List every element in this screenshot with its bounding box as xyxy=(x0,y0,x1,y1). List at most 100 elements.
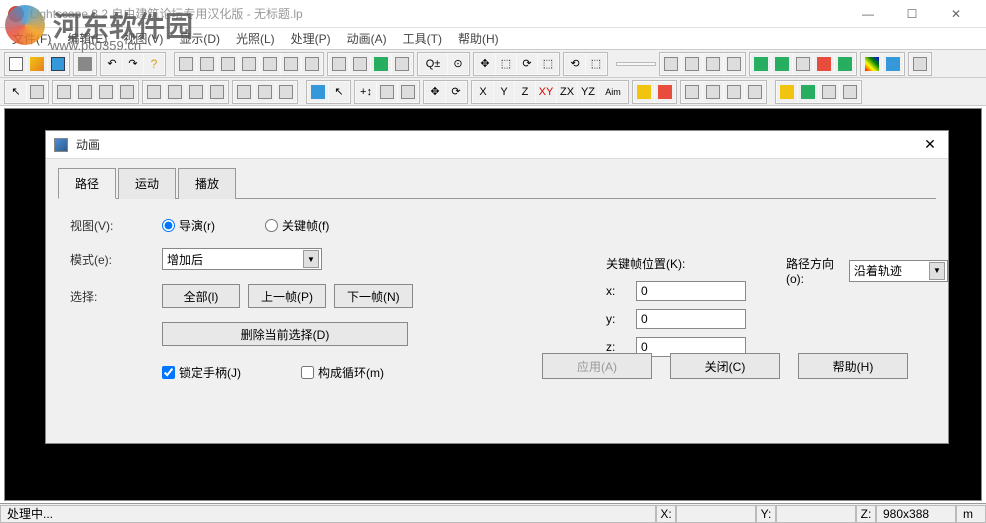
radio-director[interactable]: 导演(r) xyxy=(162,217,215,234)
select-arrow-button[interactable]: ↖ xyxy=(6,82,26,102)
tab-playback[interactable]: 播放 xyxy=(178,168,236,199)
minimize-button[interactable]: — xyxy=(846,0,890,28)
layer-button-1[interactable] xyxy=(144,82,164,102)
menu-lighting[interactable]: 光照(L) xyxy=(228,28,283,49)
view-button-3[interactable] xyxy=(218,54,238,74)
render-button-1[interactable] xyxy=(661,54,681,74)
axis-y-button[interactable]: Y xyxy=(494,82,514,102)
view-button-6[interactable] xyxy=(281,54,301,74)
settings-button-2[interactable] xyxy=(883,54,903,74)
nav-button-4[interactable]: ⬚ xyxy=(538,54,558,74)
apply-button[interactable]: 应用(A) xyxy=(542,353,652,379)
edit-button-3[interactable] xyxy=(96,82,116,102)
help-button[interactable]: ? xyxy=(144,54,164,74)
anim-button-2[interactable] xyxy=(377,82,397,102)
zoom-fit-button[interactable]: ⊙ xyxy=(448,54,468,74)
x-input[interactable] xyxy=(636,281,746,301)
prev-frame-button[interactable]: 上一帧(P) xyxy=(248,284,326,308)
aim-button[interactable]: Aim xyxy=(599,82,627,102)
layer-button-3[interactable] xyxy=(186,82,206,102)
menu-tools[interactable]: 工具(T) xyxy=(395,28,450,49)
y-input[interactable] xyxy=(636,309,746,329)
plane-xy-button[interactable]: XY xyxy=(536,82,556,102)
tab-motion[interactable]: 运动 xyxy=(118,168,176,199)
cam-button-1[interactable] xyxy=(308,82,328,102)
misc-button-3[interactable] xyxy=(819,82,839,102)
tab-path[interactable]: 路径 xyxy=(58,168,116,199)
radio-keyframe-input[interactable] xyxy=(265,219,278,232)
menu-animation[interactable]: 动画(A) xyxy=(339,28,395,49)
anim-button-1[interactable]: +↕ xyxy=(356,82,376,102)
light-button-2[interactable] xyxy=(703,82,723,102)
refresh-button-2[interactable]: ⬚ xyxy=(586,54,606,74)
snap-button-2[interactable] xyxy=(655,82,675,102)
menu-process[interactable]: 处理(P) xyxy=(283,28,339,49)
maximize-button[interactable]: ☐ xyxy=(890,0,934,28)
anim-button-3[interactable] xyxy=(398,82,418,102)
loop-input[interactable] xyxy=(301,366,314,379)
lock-handle-input[interactable] xyxy=(162,366,175,379)
render-button-4[interactable] xyxy=(724,54,744,74)
menu-display[interactable]: 显示(D) xyxy=(171,28,228,49)
settings-button-1[interactable] xyxy=(862,54,882,74)
path-direction-combo[interactable]: 沿着轨迹 ▼ xyxy=(849,260,948,282)
plane-yz-button[interactable]: YZ xyxy=(578,82,598,102)
view-button-7[interactable] xyxy=(302,54,322,74)
axis-z-button[interactable]: Z xyxy=(515,82,535,102)
misc-button-2[interactable] xyxy=(798,82,818,102)
mode-combo[interactable]: 增加后 ▼ xyxy=(162,248,322,270)
nav-button-3[interactable]: ⟳ xyxy=(517,54,537,74)
dialog-close-button[interactable]: ✕ xyxy=(920,135,940,155)
refresh-button-1[interactable]: ⟲ xyxy=(565,54,585,74)
light-button-4[interactable] xyxy=(745,82,765,102)
material-button-2[interactable] xyxy=(772,54,792,74)
shade-button-1[interactable] xyxy=(329,54,349,74)
delete-selection-button[interactable]: 删除当前选择(D) xyxy=(162,322,408,346)
loop-checkbox[interactable]: 构成循环(m) xyxy=(301,364,384,381)
nav-button-1[interactable]: ✥ xyxy=(475,54,495,74)
material-button-1[interactable] xyxy=(751,54,771,74)
view-button-1[interactable] xyxy=(176,54,196,74)
snap-button-1[interactable] xyxy=(634,82,654,102)
shade-button-2[interactable] xyxy=(350,54,370,74)
render-button-3[interactable] xyxy=(703,54,723,74)
obj-button-1[interactable] xyxy=(234,82,254,102)
all-button[interactable]: 全部(l) xyxy=(162,284,240,308)
layer-button-4[interactable] xyxy=(207,82,227,102)
undo-button[interactable]: ↶ xyxy=(102,54,122,74)
misc-button-1[interactable] xyxy=(777,82,797,102)
shade-button-3[interactable] xyxy=(371,54,391,74)
view-button-4[interactable] xyxy=(239,54,259,74)
edit-button-4[interactable] xyxy=(117,82,137,102)
axis-x-button[interactable]: X xyxy=(473,82,493,102)
rotate-button[interactable]: ⟳ xyxy=(446,82,466,102)
info-button[interactable] xyxy=(910,54,930,74)
material-button-4[interactable] xyxy=(814,54,834,74)
layer-button-2[interactable] xyxy=(165,82,185,102)
open-button[interactable] xyxy=(27,54,47,74)
new-button[interactable] xyxy=(6,54,26,74)
obj-button-2[interactable] xyxy=(255,82,275,102)
move-button[interactable]: ✥ xyxy=(425,82,445,102)
close-dialog-button[interactable]: 关闭(C) xyxy=(670,353,780,379)
close-button[interactable]: ✕ xyxy=(934,0,978,28)
next-frame-button[interactable]: 下一帧(N) xyxy=(334,284,413,308)
misc-button-4[interactable] xyxy=(840,82,860,102)
view-button-2[interactable] xyxy=(197,54,217,74)
radio-keyframe[interactable]: 关键帧(f) xyxy=(265,217,329,234)
menu-help[interactable]: 帮助(H) xyxy=(450,28,507,49)
select-button-2[interactable] xyxy=(27,82,47,102)
lock-handle-checkbox[interactable]: 锁定手柄(J) xyxy=(162,364,241,381)
material-button-3[interactable] xyxy=(793,54,813,74)
cam-button-2[interactable]: ↖ xyxy=(329,82,349,102)
shade-button-4[interactable] xyxy=(392,54,412,74)
print-button[interactable] xyxy=(75,54,95,74)
light-button-1[interactable] xyxy=(682,82,702,102)
obj-button-3[interactable] xyxy=(276,82,296,102)
redo-button[interactable]: ↷ xyxy=(123,54,143,74)
zoom-button[interactable]: Q± xyxy=(419,54,447,74)
dialog-titlebar[interactable]: 动画 ✕ xyxy=(46,131,948,159)
save-button[interactable] xyxy=(48,54,68,74)
plane-zx-button[interactable]: ZX xyxy=(557,82,577,102)
radio-director-input[interactable] xyxy=(162,219,175,232)
